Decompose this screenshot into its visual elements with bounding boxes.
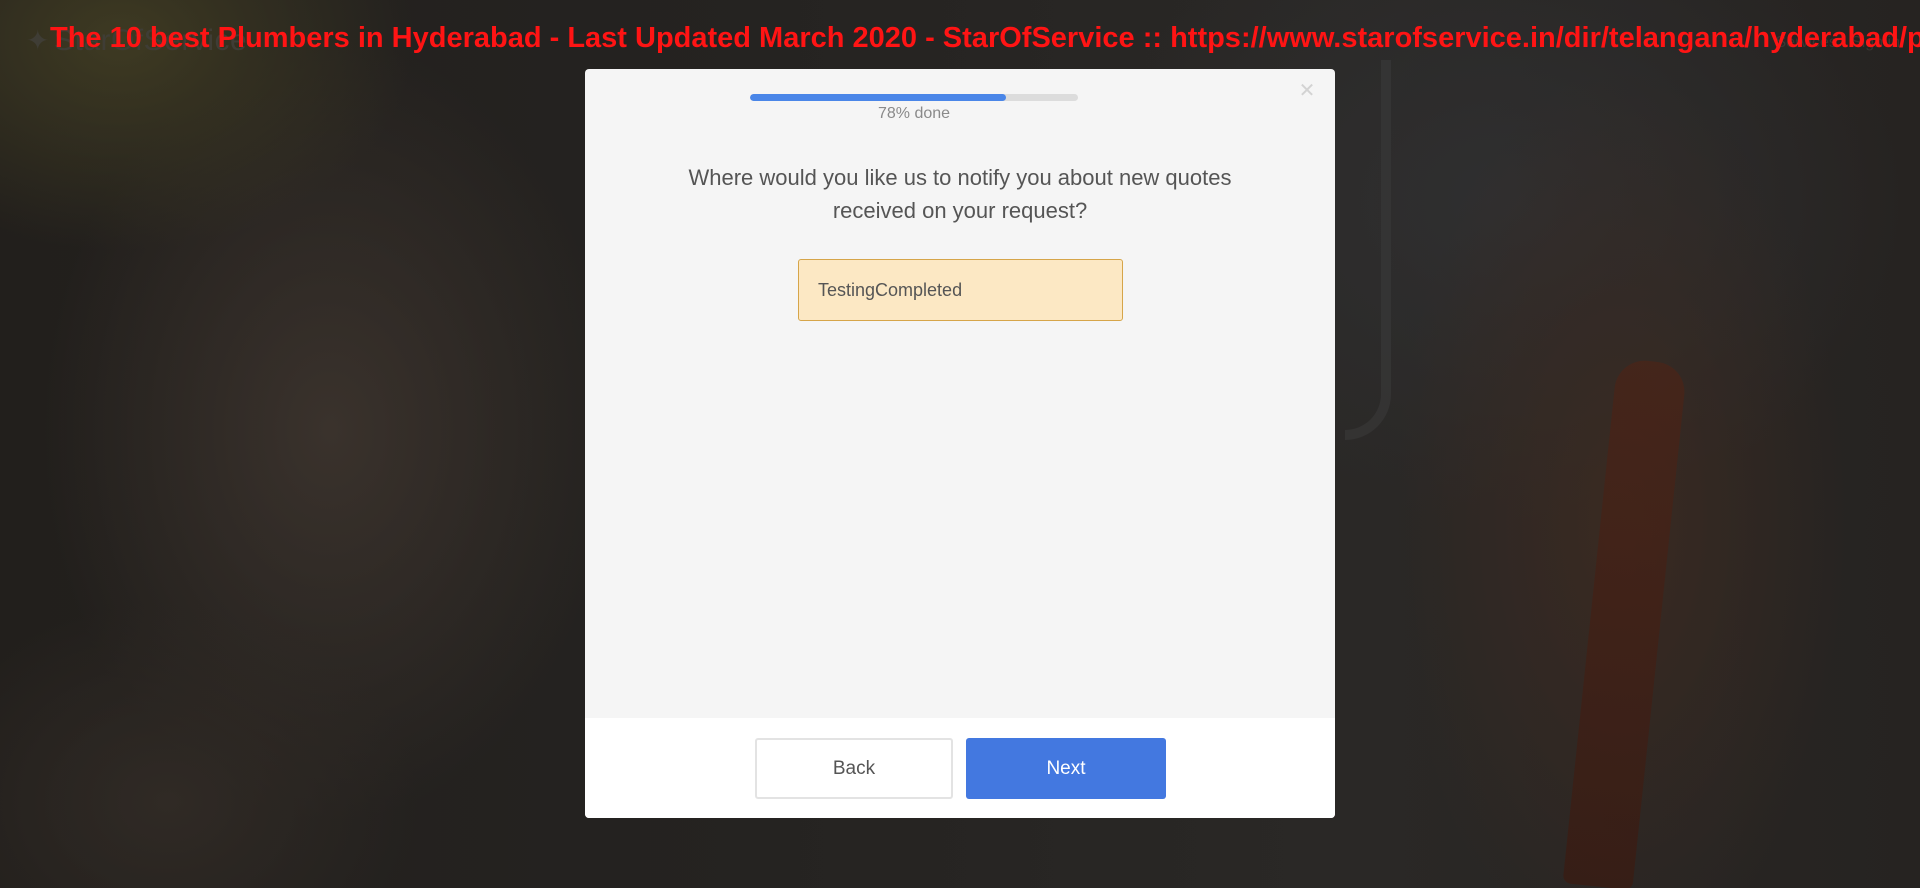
progress-fill [750,94,1006,101]
logo-icon: ✦ [26,25,50,56]
progress-label: 78% done [877,105,951,122]
background-pipe [1345,60,1391,440]
background-shoulder [0,600,420,888]
back-button[interactable]: Back [755,738,953,799]
quote-request-modal: ✕ 78% done Where would you like us to no… [585,69,1335,818]
close-icon[interactable]: ✕ [1297,81,1317,101]
notification-input[interactable] [798,259,1123,321]
question-text: Where would you like us to notify you ab… [688,165,1232,223]
page-title-overlay: The 10 best Plumbers in Hyderabad - Last… [50,22,1920,54]
next-button[interactable]: Next [966,738,1166,799]
progress-bar [750,94,1078,101]
modal-footer: Back Next [585,718,1335,818]
